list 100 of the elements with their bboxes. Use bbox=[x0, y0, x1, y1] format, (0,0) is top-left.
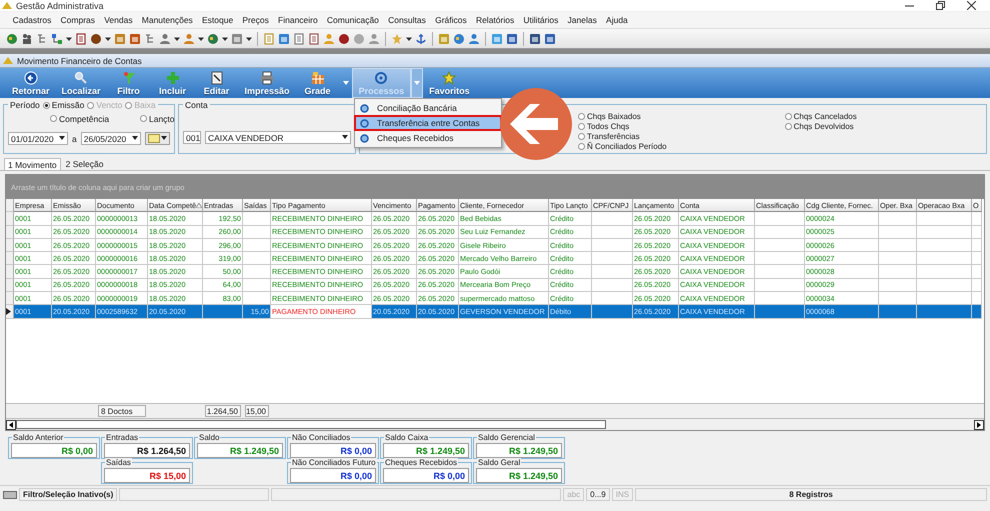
caret-icon[interactable] bbox=[246, 36, 252, 42]
radio-option[interactable]: Ñ Conciliados Período bbox=[578, 141, 667, 151]
toolbar-button[interactable]: Localizar bbox=[56, 68, 107, 98]
radio-option[interactable]: Competência bbox=[50, 113, 140, 124]
radio-icon[interactable] bbox=[578, 142, 585, 150]
toolbar-button[interactable]: Editar bbox=[194, 68, 239, 98]
menu-item[interactable]: Utilitários bbox=[518, 14, 563, 26]
radio-icon[interactable] bbox=[578, 132, 585, 140]
window-icon[interactable] bbox=[278, 32, 290, 44]
caret-icon[interactable] bbox=[198, 36, 204, 42]
radio-option[interactable]: Transferências bbox=[578, 131, 667, 141]
account-dropdown[interactable]: CAIXA VENDEDOR bbox=[205, 131, 351, 144]
row-header[interactable] bbox=[6, 305, 14, 319]
window-icon[interactable] bbox=[544, 32, 556, 44]
menu-item[interactable]: Cheques Recebidos bbox=[355, 131, 501, 145]
caret-icon[interactable] bbox=[406, 36, 412, 42]
total-value: R$ 1.249,50 bbox=[383, 443, 469, 458]
globe-icon[interactable] bbox=[207, 32, 219, 44]
dropdown-button[interactable] bbox=[411, 68, 424, 98]
window-icon[interactable] bbox=[506, 32, 518, 44]
toolbar-button[interactable]: Impressão bbox=[238, 68, 296, 98]
caret-icon[interactable] bbox=[132, 136, 138, 141]
radio-icon[interactable] bbox=[578, 112, 585, 120]
total-label: Saldo Caixa bbox=[384, 433, 430, 442]
radio-option[interactable]: Lançto bbox=[140, 113, 176, 124]
document-icon[interactable] bbox=[293, 32, 305, 44]
toolbar-button[interactable]: Grade bbox=[296, 68, 340, 98]
radio-icon[interactable] bbox=[784, 112, 792, 120]
radio-option[interactable]: Emissão bbox=[42, 100, 84, 110]
window-icon[interactable] bbox=[529, 32, 541, 44]
date-field[interactable]: 26/05/2020 bbox=[80, 132, 141, 145]
total-value: R$ 1.249,50 bbox=[197, 443, 283, 458]
people-icon[interactable] bbox=[21, 32, 33, 44]
scrollbar-thumb[interactable] bbox=[16, 420, 606, 429]
person-icon[interactable] bbox=[368, 32, 380, 44]
caret-icon[interactable] bbox=[105, 36, 111, 42]
person-icon[interactable] bbox=[159, 32, 171, 44]
radio-icon[interactable] bbox=[784, 122, 792, 130]
tree-icon[interactable] bbox=[36, 32, 48, 44]
menu-item[interactable]: Transferência entre Contas bbox=[355, 116, 501, 130]
globe-icon[interactable] bbox=[6, 32, 18, 44]
radio-option[interactable]: Chqs Devolvidos bbox=[784, 121, 857, 131]
maximize-icon[interactable] bbox=[936, 1, 945, 10]
star-icon[interactable] bbox=[391, 32, 403, 44]
toolbar-button[interactable]: Retornar bbox=[6, 68, 56, 98]
menu-item[interactable]: Financeiro bbox=[273, 14, 322, 26]
close-icon[interactable] bbox=[967, 1, 976, 10]
menu-item[interactable]: Janelas bbox=[562, 14, 602, 26]
menu-item[interactable]: Relatórios bbox=[471, 14, 519, 26]
total-label: Cheques Recebidos bbox=[384, 458, 458, 467]
globe-icon[interactable] bbox=[453, 32, 465, 44]
circle-icon bbox=[360, 104, 369, 112]
scroll-right-icon[interactable] bbox=[974, 420, 984, 430]
caret-icon[interactable] bbox=[66, 36, 72, 42]
window-title: Gestão Administrativa bbox=[16, 0, 104, 10]
menu-item[interactable]: Gráficos bbox=[430, 14, 472, 26]
menu-item[interactable]: Preços bbox=[238, 14, 274, 26]
tab[interactable]: 1 Movimento bbox=[4, 158, 61, 170]
person-icon[interactable] bbox=[468, 32, 480, 44]
network-icon[interactable] bbox=[51, 32, 63, 44]
toolbar-button[interactable]: Incluir bbox=[150, 68, 195, 98]
menu-item[interactable]: Cadastros bbox=[8, 14, 56, 26]
ball-icon[interactable] bbox=[90, 32, 102, 44]
menu-item[interactable]: Compras bbox=[56, 14, 100, 26]
caret-icon[interactable] bbox=[222, 36, 228, 42]
tree-icon[interactable] bbox=[144, 32, 156, 44]
menu-item[interactable]: Estoque bbox=[197, 14, 238, 26]
total-label: Não Conciliados bbox=[291, 433, 352, 442]
caret-icon[interactable] bbox=[174, 36, 180, 42]
anchor-icon[interactable] bbox=[415, 32, 427, 44]
radio-icon[interactable] bbox=[578, 122, 585, 130]
caret-icon[interactable] bbox=[160, 136, 167, 141]
window-icon[interactable] bbox=[129, 32, 141, 44]
radio-icon[interactable] bbox=[140, 115, 147, 122]
radio-icon[interactable] bbox=[50, 115, 57, 122]
menu-item[interactable]: Comunicação bbox=[322, 14, 384, 26]
radio-option[interactable]: Todos Chqs bbox=[578, 121, 667, 131]
menu-item[interactable]: Vendas bbox=[100, 14, 138, 26]
menu-item[interactable]: Conciliação Bancária bbox=[355, 101, 501, 115]
radio-option[interactable]: Chqs Cancelados bbox=[784, 111, 857, 121]
caret-icon[interactable] bbox=[59, 136, 65, 141]
tab[interactable]: 2 Seleção bbox=[62, 158, 106, 170]
date-field[interactable]: 01/01/2020 bbox=[8, 132, 68, 145]
calendar-button[interactable] bbox=[144, 132, 170, 145]
total-value: R$ 15,00 bbox=[104, 468, 190, 483]
toolbar-button[interactable]: Favoritos bbox=[423, 68, 476, 98]
scroll-left-icon[interactable] bbox=[6, 420, 16, 430]
empty-cell bbox=[755, 226, 805, 239]
caret-icon[interactable] bbox=[342, 135, 348, 140]
radio-icon[interactable] bbox=[42, 102, 50, 108]
toolbar-button[interactable]: Filtro bbox=[106, 68, 151, 98]
radio-option[interactable]: Chqs Baixados bbox=[578, 111, 667, 121]
document-icon[interactable] bbox=[308, 32, 320, 44]
document-icon[interactable] bbox=[75, 32, 87, 44]
empty-cell bbox=[917, 226, 972, 239]
ball-icon[interactable] bbox=[338, 32, 350, 44]
menu-item[interactable]: Manutenções bbox=[137, 14, 198, 26]
menu-item[interactable]: Ajuda bbox=[601, 14, 632, 26]
menu-item[interactable]: Consultas bbox=[384, 14, 430, 26]
account-code-field[interactable]: 001 bbox=[183, 131, 201, 144]
